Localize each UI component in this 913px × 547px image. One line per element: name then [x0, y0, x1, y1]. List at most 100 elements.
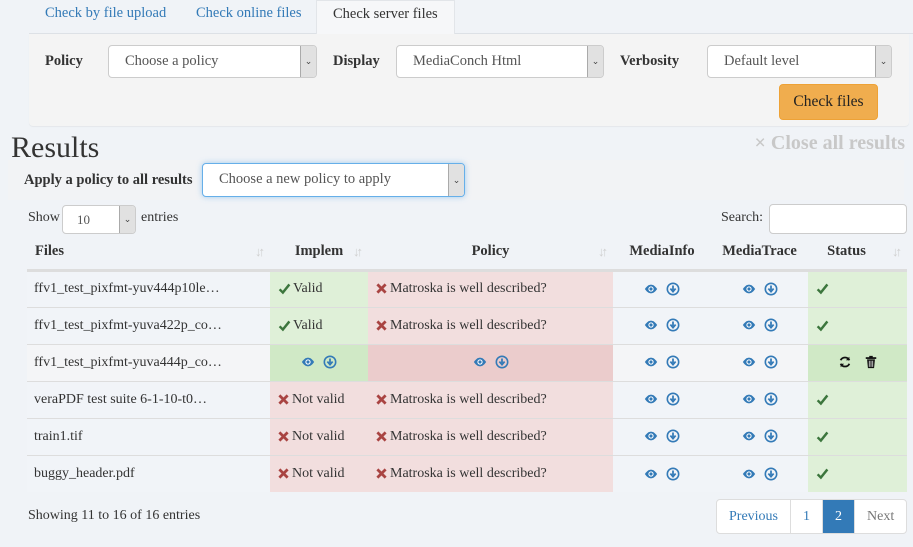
chevron-down-icon: ⌄: [875, 46, 891, 77]
verbosity-select[interactable]: Default level ⌄: [707, 45, 892, 78]
display-select-value: MediaConch Html: [413, 53, 522, 69]
policy-cell[interactable]: Matroska is well described?: [368, 269, 613, 307]
implem-cell: [270, 343, 368, 381]
eye-icon[interactable]: [742, 467, 756, 481]
implem-cell[interactable]: Not valid: [270, 380, 368, 418]
chevron-down-icon: ⌄: [300, 46, 316, 77]
cross-icon: [278, 468, 289, 479]
policy-select[interactable]: Choose a policy ⌄: [108, 45, 317, 78]
check-files-button[interactable]: Check files: [779, 84, 878, 120]
eye-icon[interactable]: [742, 392, 756, 406]
eye-icon[interactable]: [742, 355, 756, 369]
eye-icon[interactable]: [742, 318, 756, 332]
check-icon: [816, 320, 829, 332]
implem-cell[interactable]: Not valid: [270, 417, 368, 455]
pagination-page-2[interactable]: 2: [823, 500, 855, 533]
download-icon[interactable]: [764, 429, 778, 443]
chevron-down-icon: ⌄: [587, 46, 603, 77]
download-icon[interactable]: [764, 318, 778, 332]
policy-cell[interactable]: Matroska is well described?: [368, 417, 613, 455]
table-info: Showing 11 to 16 of 16 entries: [28, 508, 201, 523]
check-icon: [816, 283, 829, 295]
show-label: Show: [28, 210, 60, 225]
pagination-page-1[interactable]: 1: [791, 500, 823, 533]
pagination-previous[interactable]: Previous: [717, 500, 791, 533]
download-icon[interactable]: [764, 282, 778, 296]
eye-icon[interactable]: [644, 355, 658, 369]
policy-label: Policy: [45, 53, 83, 69]
status-cell: [808, 306, 907, 344]
download-icon[interactable]: [495, 355, 509, 369]
tab-check-server-files[interactable]: Check server files: [316, 0, 455, 35]
file-name: veraPDF test suite 6-1-10-t0…: [27, 380, 270, 418]
download-icon[interactable]: [666, 467, 680, 481]
column-header-status[interactable]: Status ↓↑: [808, 235, 907, 272]
download-icon[interactable]: [323, 355, 337, 369]
cross-icon: [376, 320, 387, 331]
column-header-files[interactable]: Files ↓↑: [27, 235, 270, 272]
tab-check-online-files[interactable]: Check online files: [180, 0, 318, 34]
eye-icon[interactable]: [473, 355, 487, 369]
status-cell: [808, 454, 907, 492]
mediatrace-cell: [711, 306, 808, 344]
mediainfo-cell: [613, 454, 711, 492]
eye-icon[interactable]: [644, 392, 658, 406]
tab-check-by-file-upload[interactable]: Check by file upload: [29, 0, 182, 34]
pagination-next[interactable]: Next: [855, 500, 906, 533]
column-header-policy[interactable]: Policy ↓↑: [368, 235, 613, 272]
table-row: ffv1_test_pixfmt-yuva422p_co… Valid Matros…: [27, 306, 907, 344]
implem-cell[interactable]: Valid: [270, 269, 368, 307]
policy-cell[interactable]: Matroska is well described?: [368, 380, 613, 418]
mediatrace-cell: [711, 380, 808, 418]
display-label: Display: [333, 53, 380, 69]
status-cell: [808, 380, 907, 418]
mediainfo-cell: [613, 306, 711, 344]
eye-icon[interactable]: [644, 429, 658, 443]
download-icon[interactable]: [666, 429, 680, 443]
mediainfo-cell: [613, 417, 711, 455]
display-select[interactable]: MediaConch Html ⌄: [396, 45, 604, 78]
table-header-row: Files ↓↑ Implem ↓↑ Policy ↓↑ MediaInfo Medi…: [27, 235, 907, 272]
eye-icon[interactable]: [742, 429, 756, 443]
eye-icon[interactable]: [644, 318, 658, 332]
chevron-down-icon: ⌄: [448, 164, 464, 196]
download-icon[interactable]: [666, 282, 680, 296]
implem-cell[interactable]: Valid: [270, 306, 368, 344]
policy-cell[interactable]: Matroska is well described?: [368, 454, 613, 492]
download-icon[interactable]: [764, 392, 778, 406]
file-name: buggy_header.pdf: [27, 454, 270, 492]
eye-icon[interactable]: [644, 282, 658, 296]
sort-icon: ↓↑: [255, 244, 265, 259]
column-header-implem[interactable]: Implem ↓↑: [270, 235, 368, 272]
mediatrace-cell: [711, 417, 808, 455]
cross-icon: [278, 394, 289, 405]
column-header-mediatrace: MediaTrace: [711, 235, 808, 272]
apply-policy-select[interactable]: Choose a new policy to apply ⌄: [202, 163, 465, 197]
policy-cell[interactable]: Matroska is well described?: [368, 306, 613, 344]
implem-cell[interactable]: Not valid: [270, 454, 368, 492]
status-cell: [808, 343, 907, 381]
trash-icon[interactable]: [864, 355, 878, 369]
eye-icon[interactable]: [644, 467, 658, 481]
page-length-select[interactable]: 10 ⌄: [62, 205, 136, 234]
download-icon[interactable]: [666, 392, 680, 406]
check-icon: [816, 431, 829, 443]
download-icon[interactable]: [666, 318, 680, 332]
download-icon[interactable]: [764, 355, 778, 369]
sort-icon: ↓↑: [353, 244, 363, 259]
policy-result: Matroska is well described?: [390, 428, 547, 444]
download-icon[interactable]: [764, 467, 778, 481]
implem-result: Not valid: [292, 428, 345, 444]
download-icon[interactable]: [666, 355, 680, 369]
cross-icon: [376, 431, 387, 442]
close-all-results-button[interactable]: × Close all results: [755, 130, 905, 156]
implem-result: Valid: [293, 281, 323, 296]
column-header-mediainfo: MediaInfo: [613, 235, 711, 272]
eye-icon[interactable]: [742, 282, 756, 296]
reload-icon[interactable]: [838, 355, 852, 369]
search-input[interactable]: [769, 204, 907, 234]
eye-icon[interactable]: [301, 355, 315, 369]
policy-result: Matroska is well described?: [390, 391, 547, 407]
policy-result: Matroska is well described?: [390, 281, 547, 296]
mediatrace-cell: [711, 454, 808, 492]
